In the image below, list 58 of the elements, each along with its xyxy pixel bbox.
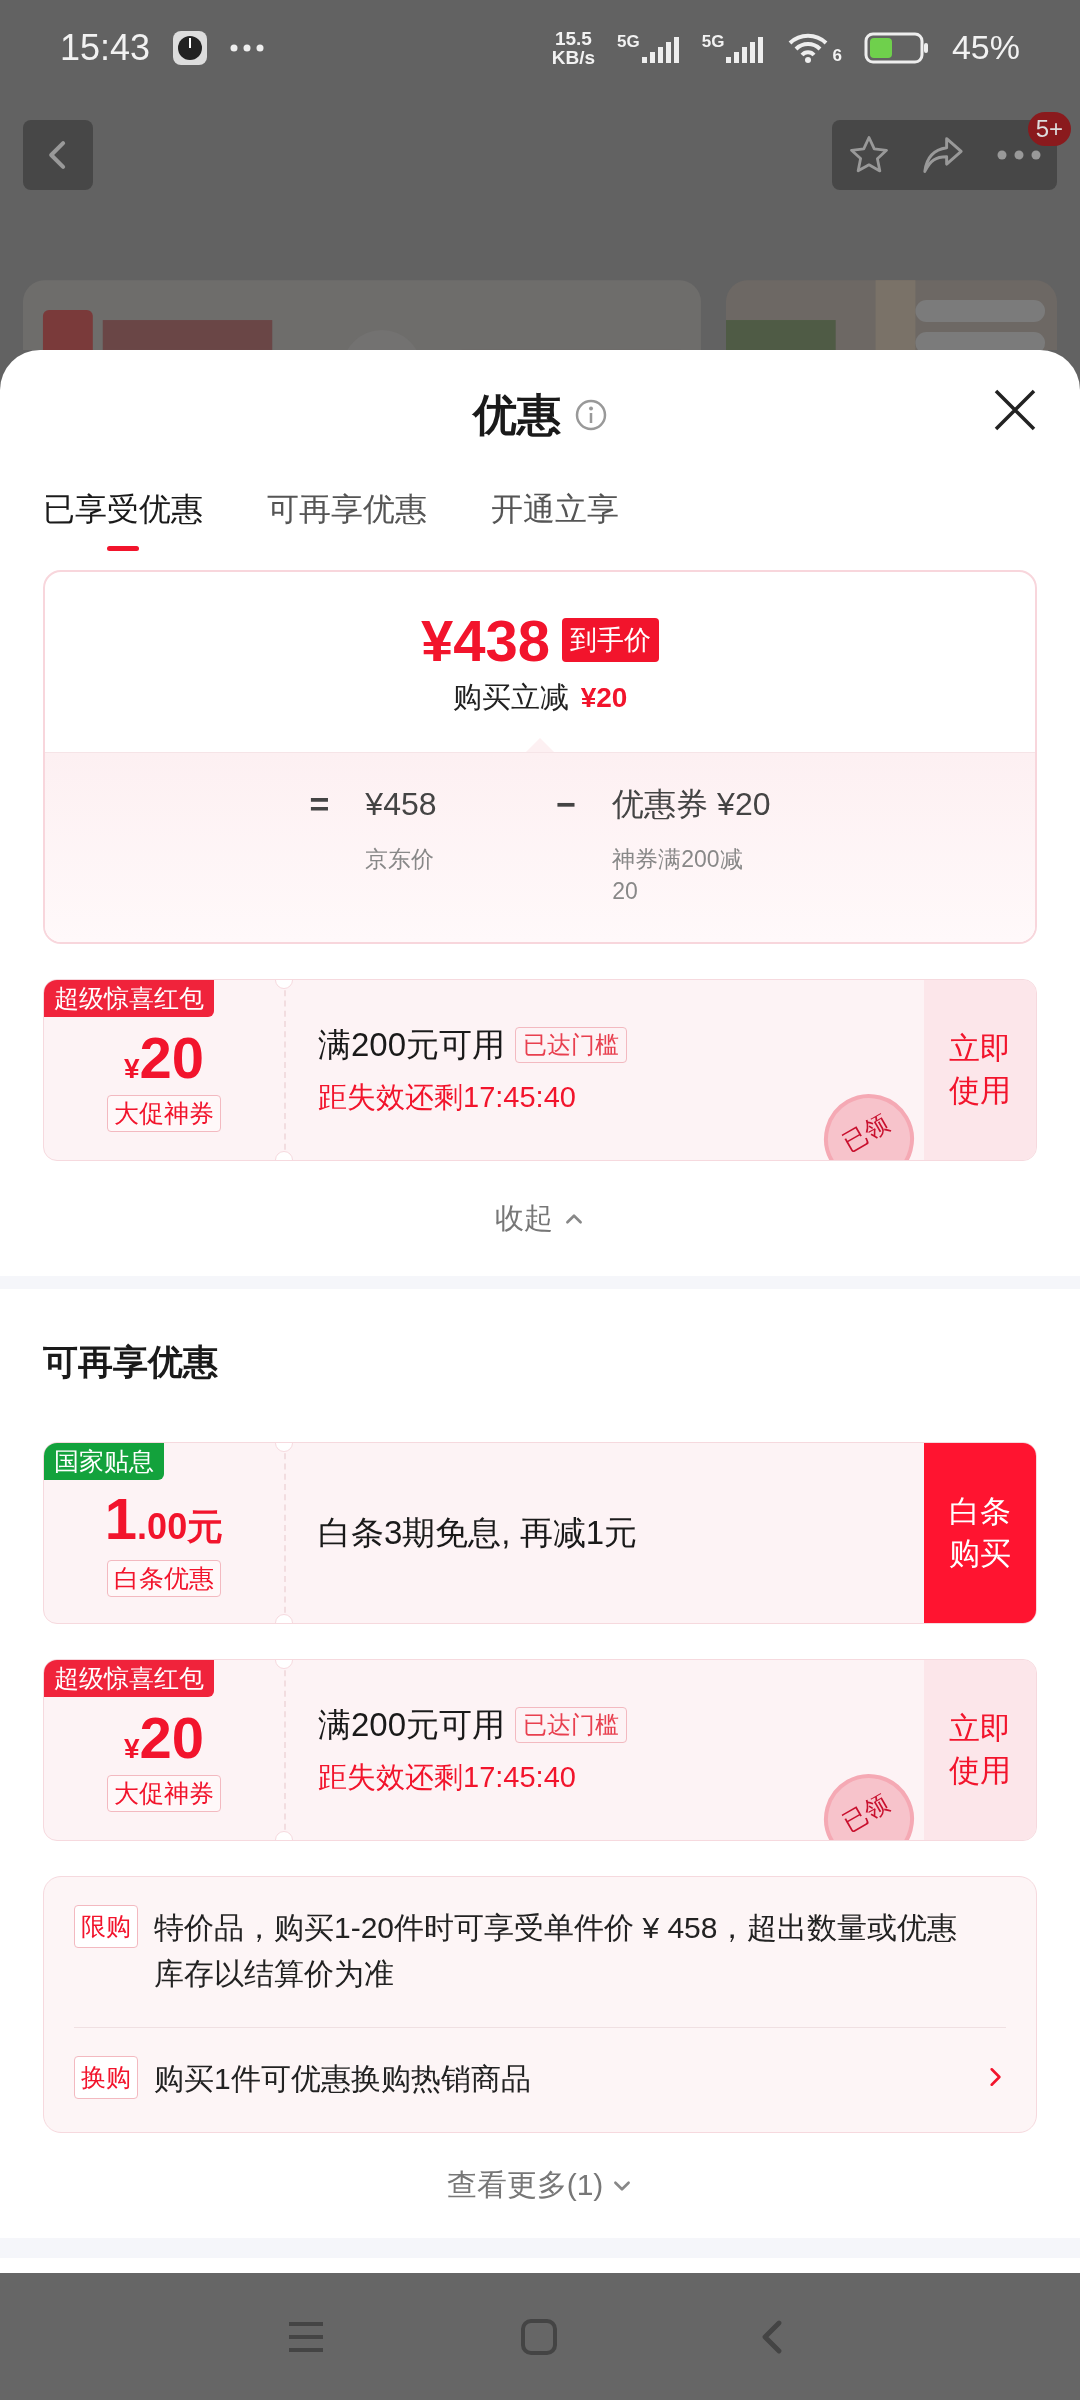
reduction-label: 购买立减 bbox=[452, 679, 569, 715]
more-icon[interactable] bbox=[997, 150, 1042, 160]
info-icon[interactable] bbox=[575, 399, 607, 431]
coupon-badge: 超级惊喜红包 bbox=[44, 980, 214, 1017]
close-icon bbox=[993, 388, 1037, 432]
notification-badge: 5+ bbox=[1027, 112, 1071, 146]
notice-text: 特价品，购买1-20件时可享受单件价 ¥ 458，超出数量或优惠库存以结算价为准 bbox=[154, 1910, 959, 1992]
threshold-tag: 已达门槛 bbox=[515, 1027, 628, 1063]
coupon-amount: ¥20 bbox=[123, 1028, 205, 1087]
term-value: 优惠券 ¥20 bbox=[612, 785, 771, 824]
countdown-text: 距失效还剩17:45:40 bbox=[318, 1079, 577, 1115]
back-button[interactable] bbox=[23, 120, 93, 190]
sheet-title: 优惠 bbox=[473, 388, 561, 441]
coupon-condition: 白条3期免息, 再减1元 bbox=[318, 1512, 638, 1553]
threshold-tag: 已达门槛 bbox=[515, 1707, 628, 1743]
section-title: 可再享优惠 bbox=[42, 1341, 219, 1383]
equals-sign: = bbox=[309, 784, 330, 825]
use-button[interactable]: 白条购买 bbox=[924, 1443, 1036, 1623]
reduction-value: ¥20 bbox=[580, 681, 628, 714]
tab[interactable]: 可再享优惠 bbox=[267, 480, 427, 560]
coupon-tag: 大促神券 bbox=[107, 1094, 221, 1132]
home-icon[interactable] bbox=[520, 2317, 558, 2356]
tab[interactable]: 已享受优惠 bbox=[43, 480, 203, 560]
coupon-condition: 满200元可用 bbox=[318, 1024, 506, 1065]
coupon-amount: ¥20 bbox=[123, 1708, 205, 1767]
countdown-text: 距失效还剩17:45:40 bbox=[318, 1759, 577, 1795]
wifi-label: 6 bbox=[832, 46, 842, 64]
coupon-badge: 超级惊喜红包 bbox=[44, 1660, 214, 1697]
battery-percent: 45% bbox=[951, 28, 1020, 67]
status-time: 15:43 bbox=[60, 26, 151, 69]
coupon-badge: 国家贴息 bbox=[44, 1443, 164, 1480]
share-icon[interactable] bbox=[921, 135, 966, 175]
use-button[interactable]: 立即使用 bbox=[924, 1660, 1036, 1840]
term-label: 京东价 bbox=[365, 845, 436, 874]
menu-icon[interactable] bbox=[287, 2319, 326, 2354]
tab[interactable]: 开通立享 bbox=[491, 480, 619, 560]
coupon-tag: 白条优惠 bbox=[107, 1559, 221, 1597]
clock-app-icon bbox=[172, 29, 209, 66]
coupon-amount: 1.00元 bbox=[104, 1489, 224, 1552]
see-more-button[interactable]: 查看更多(1) bbox=[0, 2133, 1080, 2238]
coupon-condition: 满200元可用 bbox=[318, 1704, 506, 1745]
use-button[interactable]: 立即使用 bbox=[924, 980, 1036, 1160]
coupon-tag: 大促神券 bbox=[107, 1774, 221, 1812]
battery-icon bbox=[863, 31, 930, 64]
notice-tag: 换购 bbox=[74, 2056, 138, 2099]
close-button[interactable] bbox=[993, 388, 1037, 432]
network-type-label: 5G bbox=[617, 32, 640, 50]
minus-sign: − bbox=[556, 784, 577, 825]
network-type-label: 5G bbox=[701, 32, 725, 50]
price-tag: 到手价 bbox=[562, 618, 659, 662]
notice-tag: 限购 bbox=[74, 1905, 138, 1948]
term-label: 神券满200减20 bbox=[612, 845, 744, 906]
collapse-button[interactable]: 收起 bbox=[0, 1161, 1080, 1276]
term-value: ¥458 bbox=[365, 785, 438, 824]
more-dots-icon bbox=[230, 43, 265, 52]
notice-text: 购买1件可优惠换购热销商品 bbox=[154, 2061, 531, 2097]
network-speed: 15.5 KB/s bbox=[551, 28, 596, 67]
final-price: ¥438 bbox=[421, 606, 550, 674]
